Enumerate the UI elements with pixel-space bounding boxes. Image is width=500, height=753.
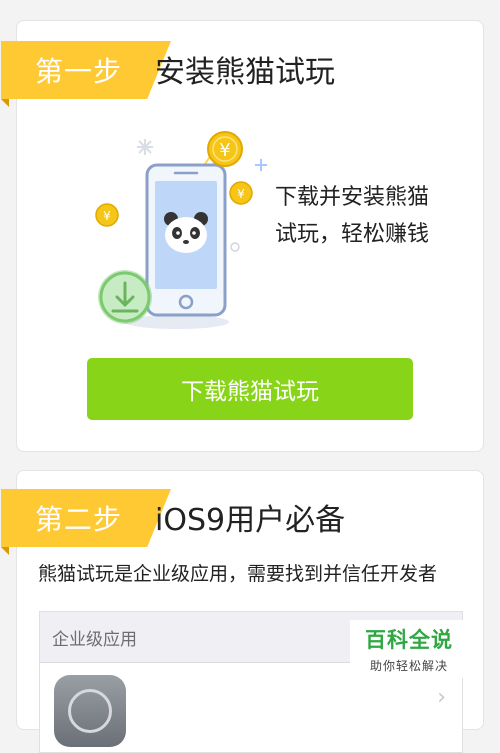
step1-badge-label: 第一步 bbox=[35, 55, 123, 88]
watermark-title: 百科全说 bbox=[365, 628, 453, 652]
watermark-subtitle: 助你轻松解决 bbox=[369, 659, 448, 673]
baike-watermark: 百科全说 助你轻松解决 bbox=[350, 620, 468, 678]
svg-text:¥: ¥ bbox=[103, 209, 111, 223]
download-icon bbox=[98, 270, 152, 324]
download-button[interactable]: 下载熊猫试玩 bbox=[87, 358, 413, 420]
yuan-coin-left-icon: ¥ bbox=[95, 203, 119, 227]
panda-icon bbox=[164, 212, 208, 253]
step1-description: 下载并安装熊猫 试玩，轻松赚钱 bbox=[275, 179, 475, 253]
step2-description: 熊猫试玩是企业级应用，需要找到并信任开发者 bbox=[38, 563, 438, 585]
step2-card: 第二步 iOS9用户必备 熊猫试玩是企业级应用，需要找到并信任开发者 企业级应用… bbox=[1, 470, 484, 753]
step1-title: 安装熊猫试玩 bbox=[155, 55, 335, 90]
step1-card: 第一步 安装熊猫试玩 ¥ ¥ ¥ 下载并安装熊猫 试玩，轻松赚钱 下载熊猫试玩 bbox=[1, 20, 484, 452]
step2-title: iOS9用户必备 bbox=[155, 503, 346, 538]
svg-text:¥: ¥ bbox=[237, 187, 245, 201]
step1-badge: 第一步 bbox=[1, 41, 177, 107]
app-install-illustration: ¥ ¥ ¥ bbox=[95, 131, 267, 329]
step1-desc-line2: 试玩，轻松赚钱 bbox=[275, 222, 430, 247]
step1-desc-line1: 下载并安装熊猫 bbox=[275, 185, 430, 210]
chevron-right-icon: › bbox=[437, 685, 446, 710]
settings-app-icon bbox=[54, 675, 126, 747]
yuan-coin-icon: ¥ bbox=[207, 131, 243, 167]
coin-symbol: ¥ bbox=[219, 140, 230, 161]
yuan-coin-small-icon: ¥ bbox=[229, 181, 253, 205]
step2-badge-label: 第二步 bbox=[35, 503, 123, 536]
step2-badge: 第二步 bbox=[1, 489, 177, 555]
